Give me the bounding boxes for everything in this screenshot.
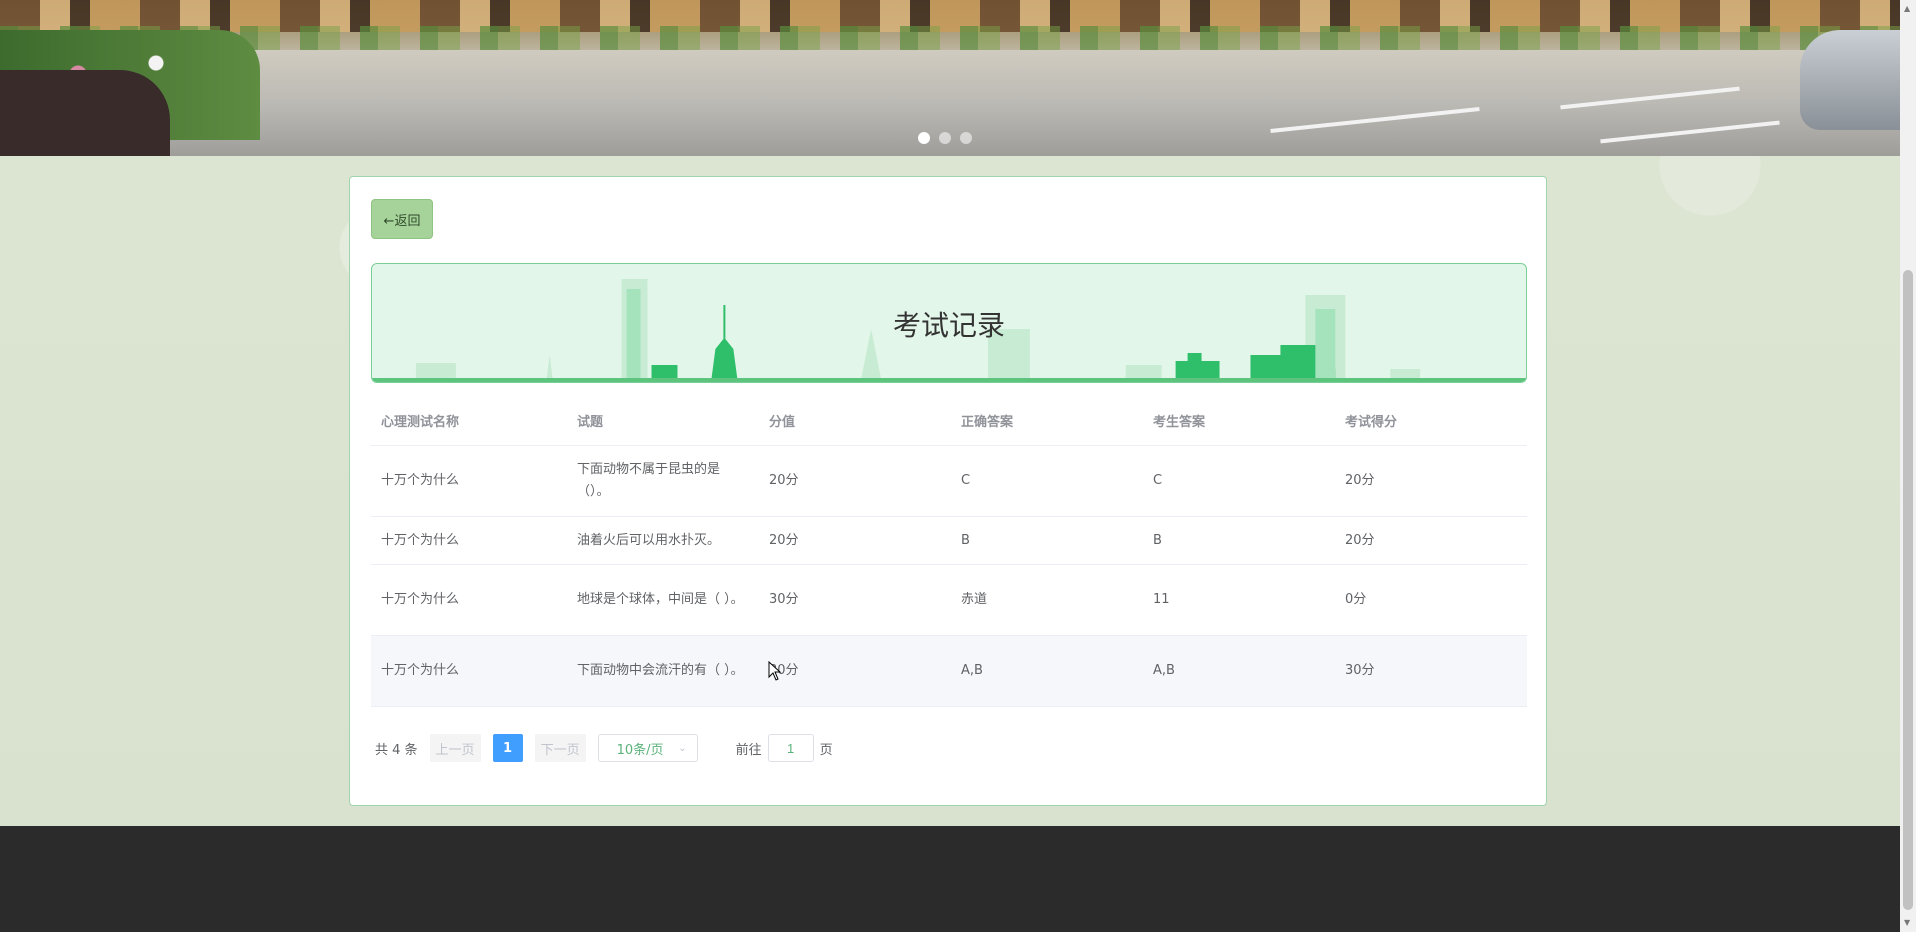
cell-score-value: 20分	[769, 532, 799, 548]
table-header: 心理测试名称 试题 分值 正确答案 考生答案 考试得分	[371, 401, 1527, 446]
hero-carousel[interactable]	[0, 0, 1900, 156]
cell-exam-score: 30分	[1345, 663, 1375, 678]
page-size-value: 10条/页	[616, 742, 664, 758]
banner-car-right	[1800, 30, 1900, 130]
prev-page-button[interactable]: 上一页	[429, 734, 481, 762]
table-row: 十万个为什么 下面动物中会流汗的有（ ）。 30分 A,B A,B 30分	[371, 636, 1527, 707]
cell-question: 油着火后可以用水扑灭。	[577, 532, 721, 548]
banner-trees	[0, 26, 1900, 50]
page-number-active[interactable]: 1	[492, 734, 523, 762]
scroll-up-icon[interactable]: ▲	[1904, 4, 1910, 13]
table-row: 十万个为什么 地球是个球体，中间是（ ）。 30分 赤道 11 0分	[371, 565, 1527, 636]
carousel-indicators	[918, 132, 972, 144]
scroll-down-icon[interactable]: ▼	[1904, 918, 1910, 927]
cell-student-answer: A,B	[1153, 663, 1175, 678]
header-correct-answer: 正确答案	[961, 415, 1014, 430]
page-title: 考试记录	[892, 309, 1005, 342]
header-exam-score: 考试得分	[1345, 415, 1398, 430]
cell-correct-answer: A,B	[961, 663, 983, 678]
pagination-total: 共 4 条	[375, 742, 418, 758]
table-row: 十万个为什么 下面动物不属于昆虫的是（）。 20分 C C 20分	[371, 446, 1527, 517]
cell-correct-answer: C	[961, 473, 971, 488]
title-banner: 考试记录	[371, 263, 1527, 383]
next-page-button[interactable]: 下一页	[534, 734, 586, 762]
cell-score-value: 30分	[769, 592, 799, 607]
header-student-answer: 考生答案	[1153, 415, 1206, 430]
cell-test-name: 十万个为什么	[381, 592, 460, 607]
site-footer	[0, 826, 1900, 932]
banner-ground-line	[372, 378, 1526, 382]
cell-question: 地球是个球体，中间是（ ）。	[577, 592, 744, 607]
carousel-dot[interactable]	[960, 132, 972, 144]
vertical-scrollbar[interactable]: ▲ ▼	[1900, 0, 1916, 932]
banner-car-left	[0, 70, 170, 156]
cell-student-answer: B	[1153, 532, 1162, 548]
cell-exam-score: 20分	[1345, 473, 1375, 488]
carousel-dot[interactable]	[918, 132, 930, 144]
cell-student-answer: 11	[1153, 592, 1170, 607]
exam-record-card: ←返回 考试记录 心理测试名称 试题 分值 正确答案 考生答案 考试得分 十万个…	[349, 176, 1547, 806]
cell-test-name: 十万个为什么	[381, 532, 460, 548]
page-size-select[interactable]: 10条/页 ⌄	[597, 734, 698, 762]
chevron-down-icon: ⌄	[678, 742, 687, 754]
table-row: 十万个为什么 油着火后可以用水扑灭。 20分 B B 20分	[371, 517, 1527, 565]
cell-correct-answer: 赤道	[961, 592, 988, 607]
exam-record-table: 心理测试名称 试题 分值 正确答案 考生答案 考试得分 十万个为什么 下面动物不…	[371, 401, 1527, 707]
back-button[interactable]: ←返回	[371, 199, 433, 239]
cell-question: 下面动物不属于昆虫的是（）。	[577, 462, 721, 499]
carousel-dot[interactable]	[939, 132, 951, 144]
scrollbar-thumb[interactable]	[1903, 270, 1913, 910]
cell-question: 下面动物中会流汗的有（ ）。	[577, 663, 744, 678]
mouse-cursor-icon	[768, 661, 782, 681]
goto-page-input[interactable]	[767, 734, 814, 762]
header-score-value: 分值	[769, 415, 796, 430]
cell-score-value: 30分	[769, 663, 799, 678]
goto-label: 前往	[735, 742, 762, 758]
cell-score-value: 20分	[769, 473, 799, 488]
cell-exam-score: 0分	[1345, 592, 1367, 607]
page-unit-label: 页	[819, 742, 833, 758]
cell-test-name: 十万个为什么	[381, 663, 460, 678]
pagination: 共 4 条 上一页 1 下一页 10条/页 ⌄ 前往 页	[375, 734, 833, 762]
header-test-name: 心理测试名称	[381, 415, 460, 430]
cell-student-answer: C	[1153, 473, 1163, 488]
header-question: 试题	[577, 415, 604, 430]
cell-test-name: 十万个为什么	[381, 473, 460, 488]
cell-correct-answer: B	[961, 532, 970, 548]
cell-exam-score: 20分	[1345, 532, 1375, 548]
